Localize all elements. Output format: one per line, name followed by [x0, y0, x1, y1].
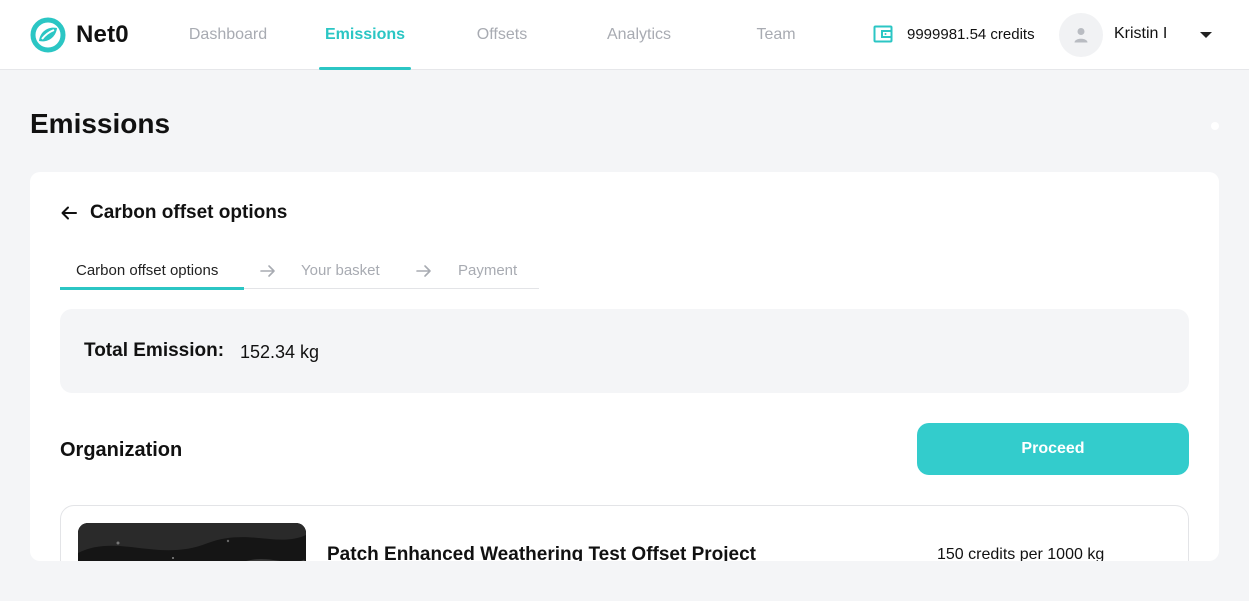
net0-logo-icon: [30, 17, 66, 53]
section-title: Carbon offset options: [90, 202, 288, 223]
chevron-down-icon[interactable]: [1200, 32, 1212, 38]
status-dot: [1211, 122, 1219, 130]
checkout-stepper: Carbon offset options Your basket Paymen…: [60, 252, 539, 290]
total-emission-value: 152.34 kg: [240, 342, 320, 362]
arrow-right-icon: [416, 265, 431, 277]
organization-heading: Organization: [60, 439, 183, 461]
app-name: Net0: [76, 21, 129, 48]
user-name[interactable]: Kristin I: [1114, 25, 1167, 43]
nav-tab-dashboard[interactable]: Dashboard: [186, 0, 270, 70]
arrow-right-icon: [260, 265, 275, 277]
arrow-left-icon[interactable]: [60, 204, 78, 222]
rock-texture-image: [78, 523, 306, 561]
proceed-button[interactable]: Proceed: [917, 423, 1189, 475]
top-navigation-bar: Net0 Dashboard Emissions Offsets Analyti…: [0, 0, 1249, 70]
back-header: Carbon offset options: [60, 202, 287, 224]
nav-tab-emissions[interactable]: Emissions: [319, 0, 411, 70]
offset-project-card[interactable]: Patch Enhanced Weathering Test Offset Pr…: [60, 505, 1189, 561]
step-carbon-offset-options[interactable]: Carbon offset options: [60, 252, 244, 290]
step-payment[interactable]: Payment: [458, 252, 517, 289]
nav-tab-analytics[interactable]: Analytics: [602, 0, 676, 70]
page-title: Emissions: [30, 108, 171, 139]
wallet-icon: [873, 25, 893, 43]
total-emission-label: Total Emission:: [84, 340, 225, 361]
credits-amount: 9999981.54 credits: [907, 25, 1035, 43]
total-emission-panel: Total Emission: 152.34 kg: [60, 309, 1189, 393]
nav-tab-offsets[interactable]: Offsets: [472, 0, 532, 70]
user-avatar-icon: [1074, 28, 1088, 43]
credits-balance[interactable]: 9999981.54 credits: [873, 24, 1035, 44]
project-image: [78, 523, 306, 561]
nav-tab-team[interactable]: Team: [751, 0, 801, 70]
app-logo[interactable]: Net0: [30, 17, 129, 53]
step-your-basket[interactable]: Your basket: [301, 252, 380, 289]
project-price: 150 credits per 1000 kg: [937, 546, 1105, 561]
carbon-offset-card: Carbon offset options Carbon offset opti…: [30, 172, 1219, 561]
avatar[interactable]: [1059, 13, 1103, 57]
project-name: Patch Enhanced Weathering Test Offset Pr…: [327, 544, 757, 561]
